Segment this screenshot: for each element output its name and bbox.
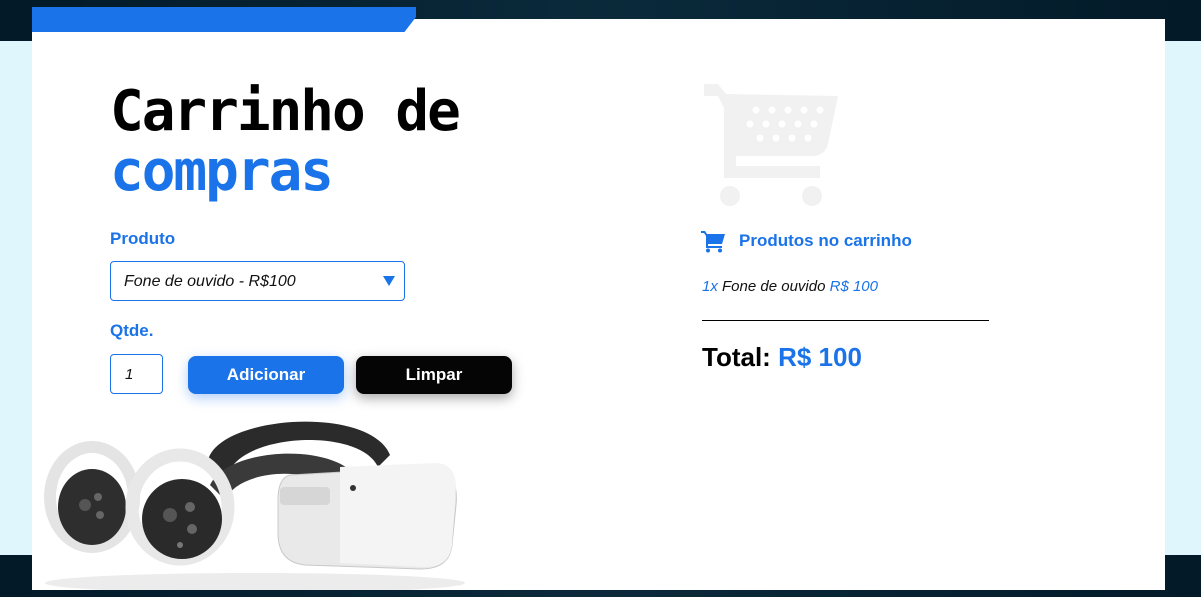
- quantity-value: 1: [125, 366, 134, 383]
- quantity-label: Qtde.: [110, 321, 154, 340]
- total-label: Total:: [702, 342, 771, 372]
- caret-down-icon: [383, 276, 395, 286]
- vr-headset-image: [44, 421, 465, 590]
- add-button[interactable]: Adicionar: [188, 356, 344, 394]
- shopping-cart-icon: [704, 84, 838, 206]
- quantity-input[interactable]: 1: [110, 354, 163, 394]
- page-title: Carrinho de compras: [110, 79, 461, 204]
- cart-divider: [702, 320, 989, 321]
- cart-item: 1x Fone de ouvido R$ 100: [702, 278, 878, 295]
- card-accent-tab: [32, 7, 416, 32]
- cart-total: Total: R$ 100: [702, 342, 862, 373]
- title-line-1: Carrinho de: [110, 79, 461, 144]
- product-label: Produto: [110, 229, 176, 248]
- cart-item-qty: 1x: [702, 278, 718, 295]
- product-select[interactable]: Fone de ouvido - R$100: [110, 261, 405, 301]
- clear-button[interactable]: Limpar: [356, 356, 512, 394]
- clear-button-label: Limpar: [405, 365, 463, 384]
- cart-heading: Produtos no carrinho: [700, 229, 912, 253]
- cart-heading-label: Produtos no carrinho: [739, 231, 912, 250]
- add-button-label: Adicionar: [226, 365, 306, 384]
- total-value: R$ 100: [778, 342, 862, 372]
- product-select-value: Fone de ouvido - R$100: [124, 273, 296, 290]
- cart-item-price: R$ 100: [829, 278, 878, 295]
- cart-item-name: Fone de ouvido: [722, 278, 826, 295]
- shopping-cart-icon: [701, 231, 725, 253]
- title-line-2: compras: [110, 139, 334, 204]
